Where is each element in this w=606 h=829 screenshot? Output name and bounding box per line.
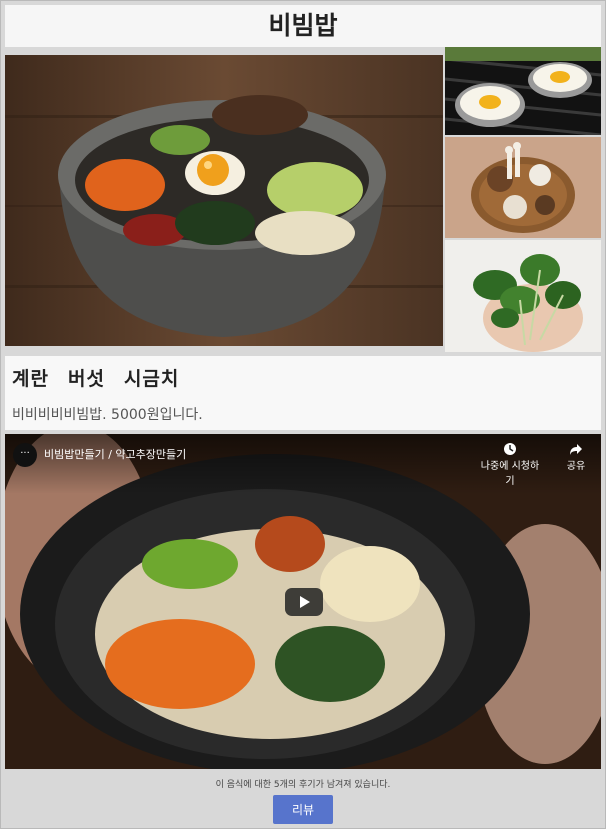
food-description: 비비비비비빔밥. 5000원입니다. (12, 407, 203, 423)
share-icon (561, 442, 591, 457)
video-title[interactable]: 비빔밥만들기 / 약고추장만들기 (44, 446, 186, 462)
page-title: 비빔밥 (268, 11, 338, 40)
info-card: 계란 버섯 시금치 비비비비비빔밥. 5000원입니다. (5, 356, 601, 430)
play-button[interactable] (285, 588, 323, 616)
youtube-video-player[interactable]: ··· 비빔밥만들기 / 약고추장만들기 나중에 시청하기 공유 (5, 434, 601, 769)
main-bibimbap-image (5, 55, 443, 346)
ingredient-item: 시금치 (123, 368, 180, 390)
title-bar: 비빔밥 (5, 5, 601, 47)
clock-icon (480, 442, 540, 457)
review-count-note: 이 음식에 대한 5개의 후기가 남겨져 있습니다. (215, 780, 391, 790)
ingredient-list: 계란 버섯 시금치 (12, 364, 198, 391)
ingredient-item: 버섯 (67, 368, 105, 390)
watch-later-label: 나중에 시청하기 (480, 461, 540, 487)
spinach-image (445, 240, 601, 352)
watch-later-button[interactable]: 나중에 시청하기 (480, 442, 540, 487)
mushrooms-image (445, 137, 601, 238)
review-button[interactable]: 리뷰 (273, 795, 333, 824)
share-button[interactable]: 공유 (561, 442, 591, 472)
play-icon (300, 596, 310, 608)
channel-avatar-icon[interactable]: ··· (13, 443, 37, 467)
ingredient-item: 계란 (12, 368, 49, 390)
share-label: 공유 (566, 461, 586, 472)
fried-eggs-image (445, 47, 601, 135)
